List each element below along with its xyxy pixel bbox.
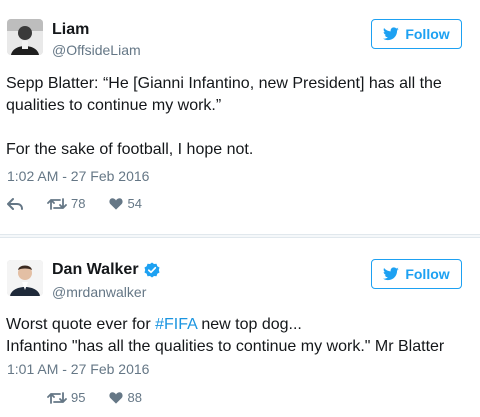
follow-button[interactable]: Follow [371, 19, 462, 49]
retweet-button[interactable]: 78 [47, 196, 85, 211]
timestamp[interactable]: 1:01 AM - 27 Feb 2016 [7, 361, 149, 377]
tweet-text-line: Infantino "has all the qualities to cont… [6, 338, 445, 355]
avatar[interactable] [7, 260, 43, 296]
hashtag-link[interactable]: #FIFA [155, 316, 197, 333]
user-handle[interactable]: @mrdanwalker [52, 284, 146, 300]
tweet-text-fragment: Worst quote ever for [6, 316, 156, 333]
tweet-card-dan-walker: Dan Walker @mrdanwalker Follow Worst quo… [0, 242, 480, 417]
retweet-icon [47, 391, 67, 404]
display-name[interactable]: Liam [52, 21, 89, 39]
like-button[interactable]: 54 [109, 196, 142, 211]
follow-button[interactable]: Follow [371, 259, 462, 289]
twitter-bird-icon [383, 267, 400, 281]
heart-icon [109, 392, 124, 404]
heart-icon [109, 198, 124, 210]
follow-label: Follow [405, 266, 450, 282]
tweet-actions: 95 88 [7, 390, 142, 405]
avatar[interactable] [7, 19, 43, 55]
display-name[interactable]: Dan Walker [52, 261, 139, 279]
user-handle[interactable]: @OffsideLiam [52, 42, 141, 58]
tweet-text-line: Worst quote ever for #FIFA new top dog..… [6, 314, 468, 336]
like-count: 88 [127, 390, 142, 405]
tweet-actions: 78 54 [7, 196, 142, 211]
reply-button[interactable] [7, 197, 23, 211]
tweet-text-fragment: new top dog... [196, 316, 302, 333]
tweet-card-liam: Liam @OffsideLiam Follow Sepp Blatter: “… [0, 0, 480, 232]
name-row: Dan Walker [52, 261, 160, 279]
retweet-icon [47, 197, 67, 210]
like-button[interactable]: 88 [109, 390, 142, 405]
tweet-text: Worst quote ever for #FIFA new top dog..… [6, 314, 468, 358]
reply-icon [7, 197, 23, 210]
twitter-bird-icon [383, 27, 400, 41]
retweet-button[interactable]: 95 [47, 390, 85, 405]
follow-label: Follow [405, 26, 450, 42]
tweet-text-line: For the sake of football, I hope not. [6, 141, 254, 158]
tweet-text: Sepp Blatter: “He [Gianni Infantino, new… [6, 73, 468, 161]
like-count: 54 [127, 196, 142, 211]
name-row: Liam [52, 21, 89, 39]
tweet-divider [0, 234, 480, 238]
tweet-text-line: Sepp Blatter: “He [Gianni Infantino, new… [6, 75, 447, 114]
timestamp[interactable]: 1:02 AM - 27 Feb 2016 [7, 168, 149, 184]
retweet-count: 78 [71, 196, 86, 211]
verified-badge-icon [144, 262, 160, 278]
retweet-count: 95 [71, 390, 86, 405]
